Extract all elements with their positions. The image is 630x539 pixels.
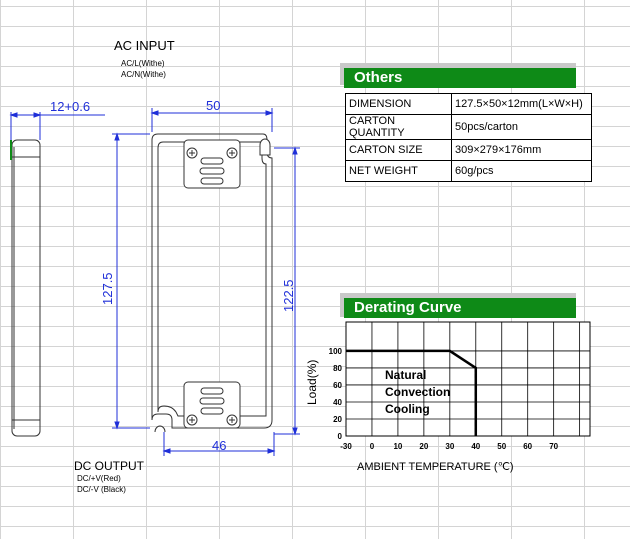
chart-note-line2: Convection [385, 385, 451, 399]
chart-xlabel: AMBIENT TEMPERATURE (℃) [357, 461, 514, 473]
chart-ylabel: Load(%) [305, 359, 319, 405]
chart-y-tick-label: 100 [329, 347, 343, 356]
chart-y-tick-label: 60 [333, 381, 342, 390]
chart-x-tick-label: 40 [471, 442, 480, 451]
chart-x-tick-label: 30 [445, 442, 454, 451]
chart-x-tick-label: 20 [419, 442, 428, 451]
chart-y-tick-label: 80 [333, 364, 342, 373]
chart-x-tick-label: -30 [340, 442, 352, 451]
chart-x-tick-label: 50 [497, 442, 506, 451]
chart-y-tick-label: 0 [338, 432, 343, 441]
derating-chart: -30 0 10 20 30 40 50 60 70020406080100 [329, 321, 591, 451]
chart-x-tick-label: 60 [523, 442, 532, 451]
chart-y-tick-label: 20 [333, 415, 342, 424]
chart-x-tick-label: 0 [370, 442, 375, 451]
chart-note-line1: Natural [385, 368, 427, 382]
chart-x-tick-label: 10 [393, 442, 402, 451]
chart-x-tick-label: 70 [549, 442, 558, 451]
chart-note-line3: Cooling [385, 402, 430, 416]
chart-y-tick-label: 40 [333, 398, 342, 407]
